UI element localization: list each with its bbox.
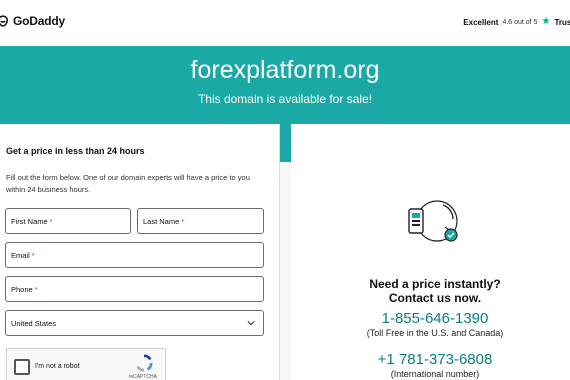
recaptcha-brand: reCAPTCHA (128, 374, 157, 380)
contact-now: Contact us now. (388, 291, 482, 305)
email-field[interactable]: Email * (5, 242, 264, 268)
rating-label: Excellent (463, 17, 499, 27)
toll-free-note: (Toll Free in the U.S. and Canada) (366, 328, 504, 338)
godaddy-logo-icon (0, 15, 8, 27)
country-value: United States (11, 318, 57, 328)
form-heading: Get a price in less than 24 hours (6, 146, 145, 156)
rating-score: 4.6 out of 5 (502, 18, 538, 26)
international-phone-link[interactable]: +1 781-373-6808 (300, 351, 570, 368)
godaddy-logo[interactable]: GoDaddy (0, 14, 65, 28)
chevron-down-icon (247, 321, 255, 326)
recaptcha-widget: I'm not a robot reCAPTCHA (6, 348, 166, 380)
recaptcha-icon (136, 354, 153, 372)
domain-subtitle: This domain is available for sale! (197, 92, 373, 106)
phone-label: Phone (11, 284, 33, 294)
international-note: (International number) (390, 369, 480, 379)
last-name-label: Last Name (143, 216, 180, 226)
logo-text: GoDaddy (13, 14, 65, 28)
required-mark: * (34, 284, 38, 294)
country-select[interactable]: United States (5, 310, 264, 336)
captcha-checkbox[interactable] (14, 359, 30, 375)
contact-card (291, 124, 570, 380)
required-mark: * (181, 216, 185, 226)
first-name-label: First Name (11, 216, 48, 226)
price-question: Need a price instantly? (369, 277, 501, 291)
site-header: GoDaddy Excellent 4.6 out of 5 ★ Trust (0, 0, 570, 46)
form-description: Fill out the form below. One of our doma… (6, 173, 250, 194)
last-name-field[interactable]: Last Name * (137, 208, 264, 234)
rating-brand: Trust (554, 17, 570, 27)
required-mark: * (49, 216, 53, 226)
domain-title: forexplatform.org (190, 56, 380, 84)
toll-free-phone-link[interactable]: 1-855-646-1390 (300, 310, 570, 327)
phone-field[interactable]: Phone * (5, 276, 264, 302)
trustpilot-star-icon: ★ (541, 16, 551, 27)
first-name-field[interactable]: First Name * (5, 208, 131, 234)
required-mark: * (31, 250, 35, 260)
trustpilot-rating[interactable]: Excellent 4.6 out of 5 ★ Trust (463, 17, 570, 27)
captcha-label: I'm not a robot (35, 363, 80, 370)
email-label: Email (11, 250, 30, 260)
phone-support-illustration-icon (408, 200, 458, 242)
